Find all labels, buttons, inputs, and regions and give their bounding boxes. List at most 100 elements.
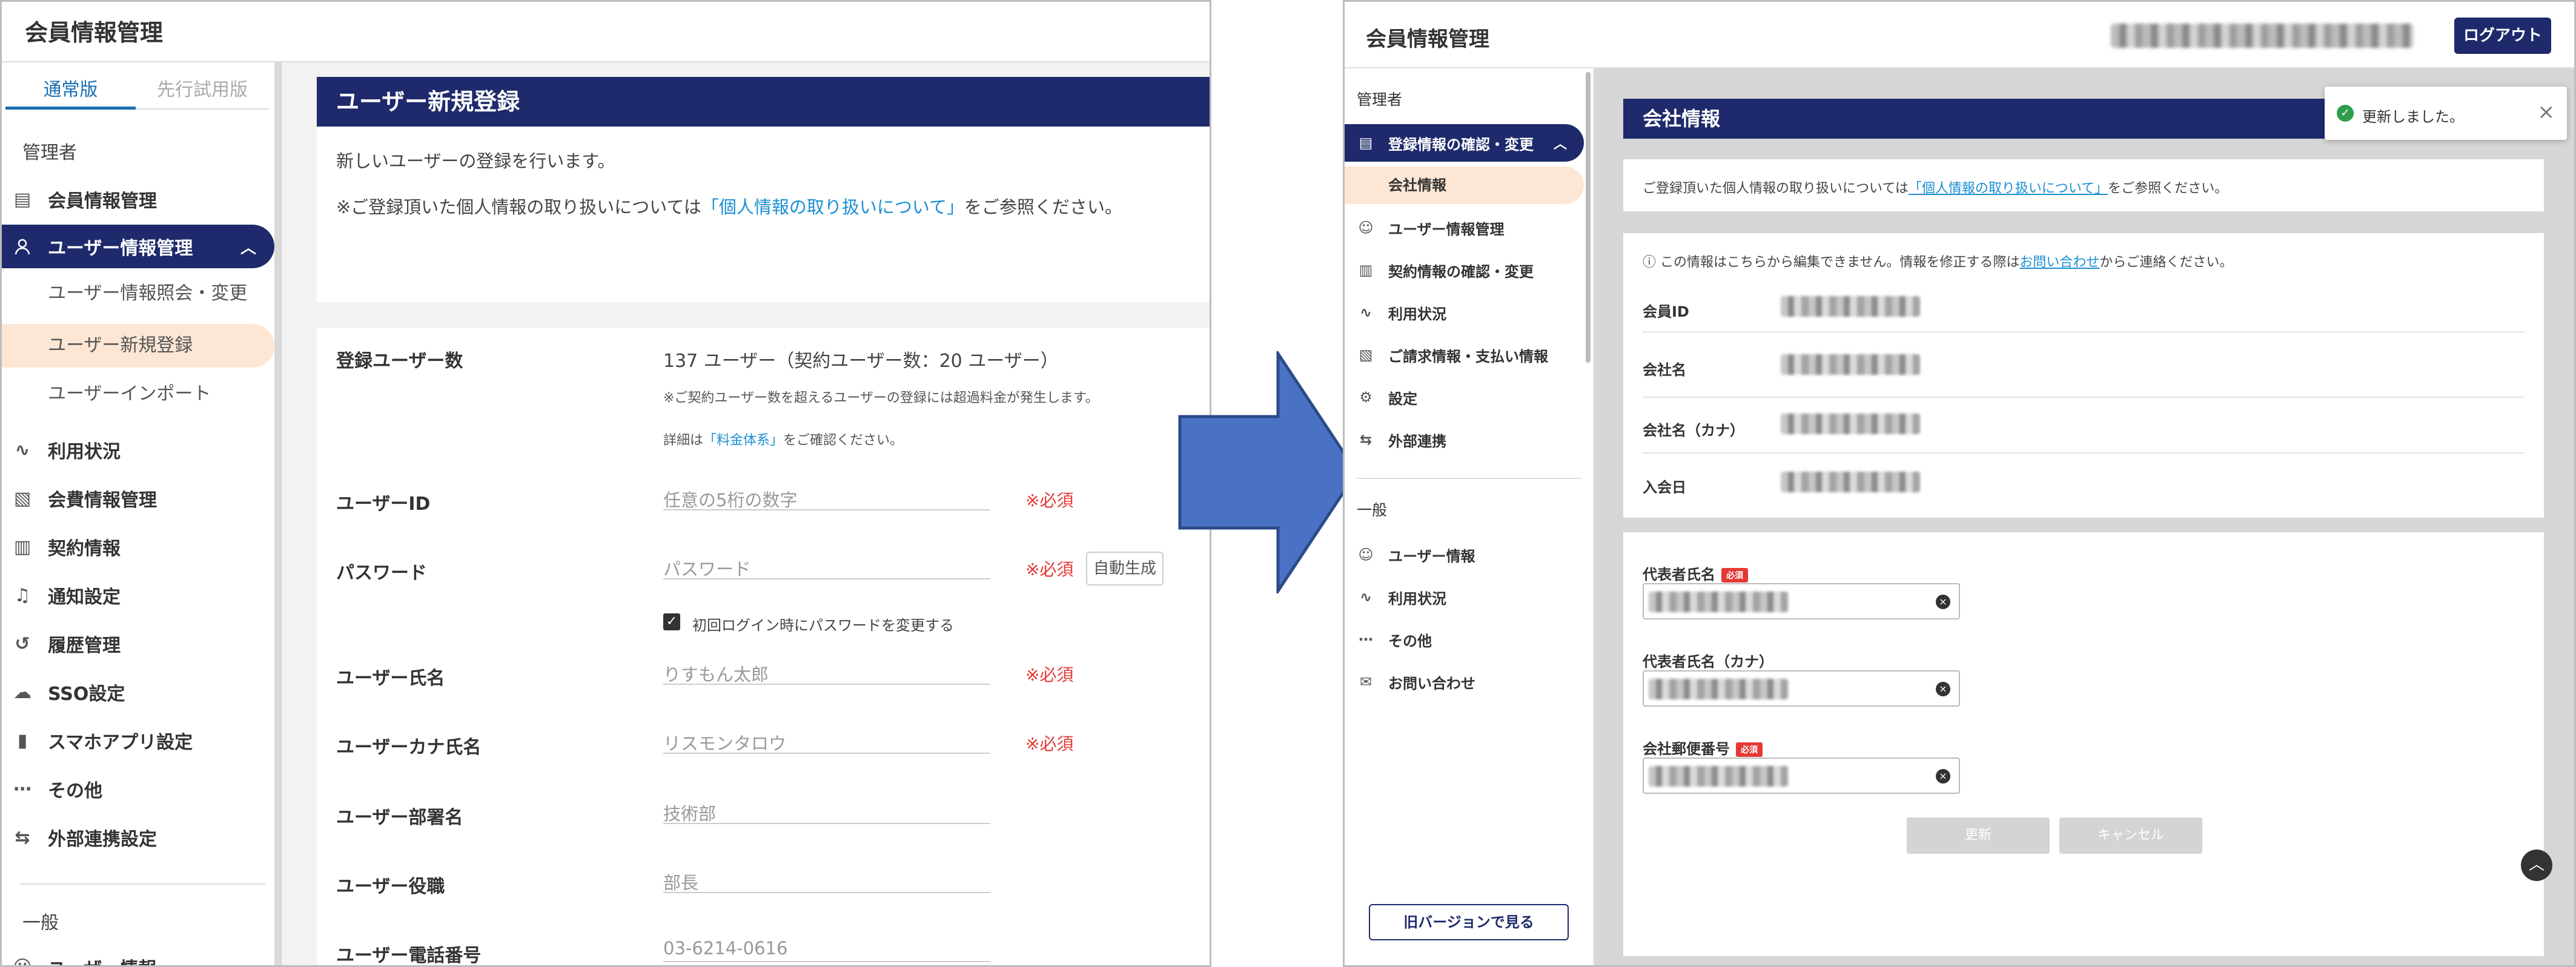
sidebar-item-user-info[interactable]: ☺ユーザー情報 [2,945,274,966]
clear-icon[interactable]: × [1936,682,1950,696]
update-button[interactable]: 更新 [1907,817,2050,854]
name-input[interactable]: りすもん太郎 [663,658,990,685]
app-title: 会員情報管理 [1366,27,1489,51]
field-label-name: ユーザー氏名 [336,668,445,689]
auto-generate-button[interactable]: 自動生成 [1086,552,1164,586]
privacy-notice: ご登録頂いた個人情報の取り扱いについては「個人情報の取り扱いについて」をご参照く… [1643,181,2228,196]
sidebar-item-app[interactable]: ▮ スマホアプリ設定 [2,719,274,762]
sidebar-scrollbar[interactable] [1586,72,1591,363]
postal-code-input[interactable]: × [1643,757,1960,794]
check-circle-icon: ✓ [2337,105,2354,122]
document-icon: ▥ [1359,262,1373,279]
sidebar: 管理者 ▤ 登録情報の確認・変更 ︿ 会社情報 ☺ ユーザー情報管理 ▥ 契約情報の確… [1345,68,1594,965]
company-name-value-blurred [1781,354,1920,375]
chat-icon: ✉ [1359,673,1372,690]
app-title: 会員情報管理 [25,19,164,46]
required-mark: ※必須 [1025,490,1074,510]
company-kana-value-blurred [1781,414,1920,434]
tab-preview[interactable]: 先行試用版 [136,71,269,110]
cancel-button[interactable]: キャンセル [2059,817,2202,854]
old-version-button[interactable]: 旧バージョンで見る [1369,904,1569,940]
sidebar-subitem-company-info[interactable]: 会社情報 [1345,167,1584,204]
close-icon[interactable]: × [2538,100,2555,124]
field-label-user-id: ユーザーID [336,493,431,515]
user-id-input[interactable]: 任意の5桁の数字 [663,484,990,510]
scroll-to-top-icon[interactable]: ︿ [2521,850,2552,881]
top-bar: 会員情報管理 ログアウト [1345,2,2574,68]
sidebar-item-usage-general[interactable]: ∿ 利用状況 [1345,578,1584,616]
password-input[interactable]: パスワード [663,553,990,579]
privacy-link[interactable]: 「個人情報の取り扱いについて」 [1909,181,2108,196]
activity-icon: ∿ [1359,304,1372,321]
editable-info-card: 代表者氏名 必須 × 代表者氏名（カナ） × 会社郵便番号 必須 × [1623,532,2544,956]
sidebar-subitem-user-register[interactable]: ユーザー新規登録 [2,324,274,368]
top-bar: 会員情報管理 [2,2,1210,62]
sidebar-subitem-user-lookup[interactable]: ユーザー情報照会・変更 [48,272,247,315]
user-icon: ☺ [1358,219,1374,236]
toast-message: 更新しました。 [2362,108,2464,125]
sidebar-item-registration[interactable]: ▤ 登録情報の確認・変更 ︿ [1345,124,1584,162]
user-icon: ☺ [1358,546,1374,563]
row-divider [1643,452,2525,454]
document-icon: ▥ [13,536,31,558]
sidebar-item-contact[interactable]: ✉ お問い合わせ [1345,663,1584,701]
field-label-phone: ユーザー電話番号 [336,945,482,966]
before-screen: 会員情報管理 通常版 先行試用版 管理者 ▤ 会員情報管理 ユーザー情報管理 ︿ … [0,0,1211,967]
sidebar-item-user-management[interactable]: ☺ ユーザー情報管理 [1345,209,1584,246]
input-value-blurred [1649,679,1788,699]
tab-standard[interactable]: 通常版 [5,71,136,110]
field-label-department: ユーザー部署名 [336,807,463,828]
company-name-label: 会社名 [1643,361,1686,378]
sidebar-item-notification[interactable]: ♫ 通知設定 [2,573,274,617]
chevron-up-icon[interactable]: ︿ [240,236,256,258]
readonly-info-card: ⓘ この情報はこちらから編集できません。情報を修正する際はお問い合わせからご連絡… [1623,233,2544,518]
sidebar-item-contract[interactable]: ▥ 契約情報の確認・変更 [1345,251,1584,289]
department-input[interactable]: 技術部 [663,797,990,824]
representative-kana-input[interactable]: × [1643,670,1960,707]
sidebar-item-contract[interactable]: ▥ 契約情報 [2,525,274,569]
after-screen: 会員情報管理 ログアウト 管理者 ▤ 登録情報の確認・変更 ︿ 会社情報 ☺ ユーザ… [1343,0,2576,967]
sidebar-divider [20,883,265,885]
more-icon: ⋯ [13,778,31,800]
sidebar-subitem-user-import[interactable]: ユーザーインポート [48,372,211,416]
invoice-icon: ▧ [1359,346,1373,363]
sidebar-item-settings[interactable]: ⚙ 設定 [1345,378,1584,416]
gear-icon: ⚙ [1359,389,1372,406]
sidebar-item-user-info[interactable]: ☺ユーザー情報 [1345,536,1584,573]
chevron-up-icon[interactable]: ︿ [1554,133,1567,153]
sidebar-item-other[interactable]: ⋯ その他 [1345,621,1584,658]
clear-icon[interactable]: × [1936,595,1950,609]
user-count-label: 登録ユーザー数 [336,351,463,372]
join-date-value-blurred [1781,472,1920,492]
change-password-checkbox[interactable]: ✓ [663,613,680,630]
change-password-label: 初回ログイン時にパスワードを変更する [692,617,954,634]
sidebar-item-sso[interactable]: ☁ SSO設定 [2,670,274,714]
sidebar-item-user-management[interactable]: ユーザー情報管理 ︿ [2,225,274,268]
required-mark: ※必須 [1025,734,1074,754]
phone-input[interactable]: 03-6214-0616 [663,936,990,962]
sidebar: 通常版 先行試用版 管理者 ▤ 会員情報管理 ユーザー情報管理 ︿ ユーザー情報照… [2,62,282,966]
kana-input[interactable]: リスモンタロウ [663,727,990,754]
user-icon [10,237,35,256]
sidebar-item-other[interactable]: ⋯ その他 [2,767,274,811]
sidebar-item-history[interactable]: ↺ 履歴管理 [2,622,274,665]
sidebar-item-usage[interactable]: ∿ 利用状況 [2,428,274,472]
user-count-value: 137 ユーザー（契約ユーザー数：20 ユーザー） [663,351,1059,372]
privacy-link[interactable]: 「個人情報の取り扱いについて」 [701,197,964,217]
sidebar-item-external[interactable]: ⇆ 外部連携 [1345,421,1584,458]
activity-icon: ∿ [1359,589,1372,606]
sidebar-item-member-info[interactable]: ▤ 会員情報管理 [2,177,274,221]
sidebar-item-external[interactable]: ⇆ 外部連携設定 [2,816,274,859]
sidebar-item-billing[interactable]: ▧ ご請求情報・支払い情報 [1345,336,1584,374]
bell-icon: ♫ [14,584,31,606]
company-kana-label: 会社名（カナ） [1643,422,1744,439]
logout-button[interactable]: ログアウト [2454,18,2551,54]
pricing-link[interactable]: 「料金体系」 [703,433,783,448]
title-input[interactable]: 部長 [663,866,990,893]
contact-link[interactable]: お問い合わせ [2019,255,2099,270]
sidebar-item-usage[interactable]: ∿ 利用状況 [1345,294,1584,331]
representative-name-input[interactable]: × [1643,583,1960,619]
sidebar-item-fee[interactable]: ▧ 会費情報管理 [2,477,274,520]
clear-icon[interactable]: × [1936,769,1950,784]
postal-code-label: 会社郵便番号 必須 [1643,737,1763,758]
